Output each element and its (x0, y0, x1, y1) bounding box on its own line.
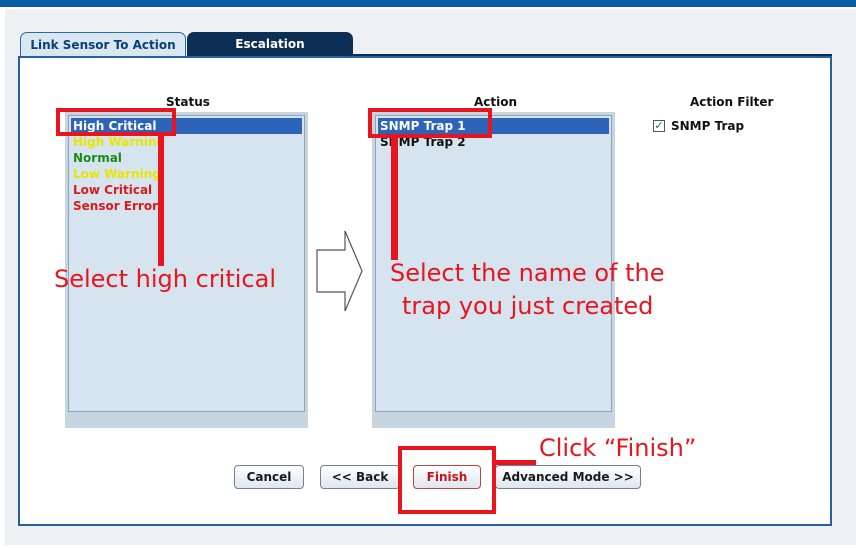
advanced-mode-button[interactable]: Advanced Mode >> (495, 465, 641, 489)
status-item-low-warning[interactable]: Low Warning (71, 166, 161, 182)
snmp-trap-filter-label: SNMP Trap (671, 119, 745, 133)
action-heading: Action (474, 95, 518, 109)
action-filter-heading: Action Filter (690, 95, 774, 109)
annotation-select-trap-line-1: Select the name of the (390, 259, 665, 287)
status-heading: Status (166, 95, 210, 109)
status-item-normal[interactable]: Normal (71, 150, 122, 166)
annotation-line-trap (391, 138, 398, 260)
top-bar (0, 0, 856, 7)
status-list[interactable]: High Critical High Warning Normal Low Wa… (68, 115, 305, 412)
annotation-click-finish: Click “Finish” (539, 434, 697, 462)
back-button[interactable]: << Back (320, 465, 400, 489)
status-item-high-warning[interactable]: High Warning (71, 134, 165, 150)
annotation-line-status (158, 136, 164, 266)
annotation-select-high-critical: Select high critical (54, 265, 276, 293)
status-item-sensor-error[interactable]: Sensor Error (71, 198, 158, 214)
annotation-box-finish (398, 446, 496, 514)
annotation-box-high-critical (56, 108, 176, 136)
annotation-select-trap-line-2: trap you just created (402, 292, 654, 320)
status-item-low-critical[interactable]: Low Critical (71, 182, 152, 198)
tab-escalation[interactable]: Escalation (187, 32, 353, 56)
arrow-right-icon (316, 230, 363, 312)
annotation-box-snmp-trap (368, 108, 492, 138)
tab-link-sensor-to-action[interactable]: Link Sensor To Action (20, 32, 186, 56)
snmp-trap-checkbox[interactable]: ✓ (653, 120, 665, 132)
cancel-button[interactable]: Cancel (234, 465, 304, 489)
annotation-line-finish (496, 460, 536, 465)
